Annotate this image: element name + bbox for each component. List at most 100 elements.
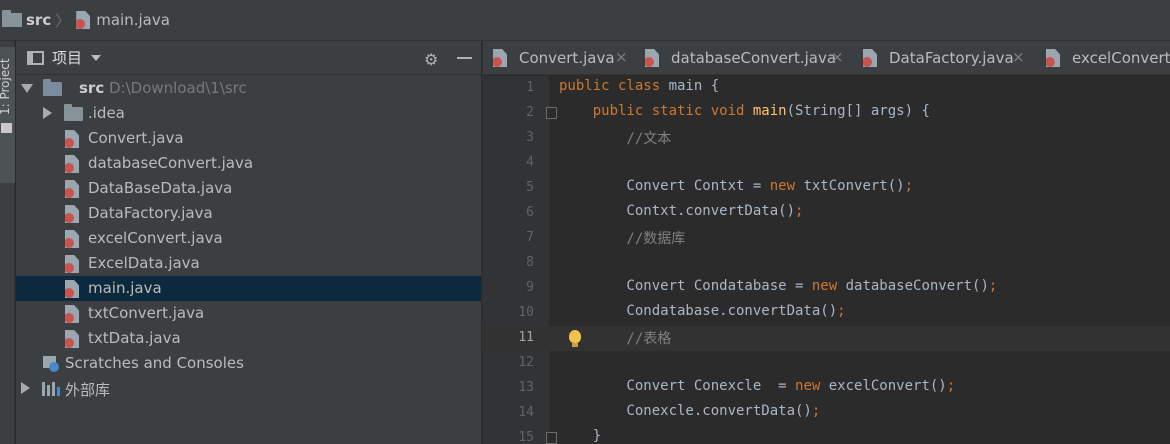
line-number: 3	[526, 130, 534, 145]
code-line[interactable]: 3 //文本	[483, 126, 1170, 151]
code-token: (String[] args) {	[786, 103, 930, 119]
close-icon[interactable]: ×	[1012, 48, 1025, 66]
code-text: //数据库	[559, 228, 685, 248]
editor-tab[interactable]: databaseConvert.java ×	[635, 41, 853, 74]
java-file-icon	[65, 305, 79, 323]
chevron-down-icon[interactable]	[91, 54, 102, 61]
tree-item-label: Scratches and Consoles	[65, 354, 244, 372]
code-text: Condatabase.convertData();	[559, 303, 846, 319]
project-tree: src D:\Download\1\src .idea Convert.java…	[16, 76, 481, 401]
fold-marker-icon[interactable]	[546, 107, 557, 119]
code-line[interactable]: 4	[483, 151, 1170, 176]
java-file-icon	[65, 280, 79, 298]
line-number: 7	[526, 230, 534, 245]
folder-icon	[64, 104, 83, 121]
line-number: 10	[518, 305, 534, 320]
close-icon[interactable]: ×	[831, 48, 844, 66]
code-token: Convert Contxt =	[559, 178, 770, 194]
editor-tab[interactable]: excelConvert.java	[1036, 41, 1170, 74]
project-panel-header: 项目	[16, 41, 481, 75]
tree-item-file[interactable]: txtData.java	[16, 326, 481, 351]
code-token: new	[811, 278, 846, 294]
editor-tab-label: excelConvert.java	[1072, 49, 1170, 67]
project-view-icon	[27, 50, 44, 65]
code-token: Convert Conexcle =	[559, 378, 796, 394]
java-file-icon	[65, 155, 79, 173]
code-token: databaseConvert()	[845, 278, 989, 294]
tree-item-label: ExcelData.java	[88, 254, 200, 272]
code-line[interactable]: 2 public static void main(String[] args)…	[483, 101, 1170, 126]
code-token: ;	[795, 203, 804, 219]
library-icon	[42, 382, 60, 396]
collapse-arrow-icon[interactable]	[43, 107, 52, 119]
code-line[interactable]: 11 //表格	[483, 326, 1170, 351]
tree-item-file[interactable]: DataFactory.java	[16, 201, 481, 226]
code-token: ;	[837, 303, 846, 319]
editor-tab[interactable]: DataFactory.java ×	[853, 41, 1036, 74]
breadcrumb-file[interactable]: main.java	[96, 11, 170, 29]
collapse-arrow-icon[interactable]	[21, 382, 30, 394]
code-line[interactable]: 9 Convert Condatabase = new databaseConv…	[483, 276, 1170, 301]
project-tool-tab[interactable]: 1: Project	[0, 47, 15, 183]
java-file-icon	[65, 230, 79, 248]
line-number: 12	[518, 355, 534, 370]
tree-root-src[interactable]: src D:\Download\1\src	[16, 76, 481, 101]
code-token: Conexcle.convertData()	[559, 403, 812, 419]
code-token: main {	[668, 78, 720, 94]
editor-tab-label: Convert.java	[519, 49, 615, 67]
code-area[interactable]: 1 public class main {2 public static void…	[483, 76, 1170, 444]
code-line[interactable]: 10 Condatabase.convertData();	[483, 301, 1170, 326]
tree-item-file[interactable]: Convert.java	[16, 126, 481, 151]
line-number: 4	[526, 155, 534, 170]
fold-marker-icon[interactable]	[546, 432, 557, 444]
code-text: Convert Condatabase = new databaseConver…	[559, 278, 997, 294]
folder-icon	[2, 10, 22, 27]
tree-item-idea[interactable]: .idea	[16, 101, 481, 126]
code-line[interactable]: 12	[483, 351, 1170, 376]
line-number: 6	[526, 205, 534, 220]
line-number: 15	[518, 430, 534, 444]
code-line[interactable]: 6 Contxt.convertData();	[483, 201, 1170, 226]
code-line[interactable]: 8	[483, 251, 1170, 276]
code-token: new	[795, 378, 829, 394]
tree-item-scratches[interactable]: Scratches and Consoles	[16, 351, 481, 376]
code-line[interactable]: 7 //数据库	[483, 226, 1170, 251]
close-icon[interactable]: ×	[615, 48, 628, 66]
minimize-icon[interactable]	[457, 57, 472, 59]
tree-item-file[interactable]: ExcelData.java	[16, 251, 481, 276]
code-text: //表格	[559, 328, 671, 348]
editor-tab[interactable]: Convert.java ×	[483, 41, 635, 74]
code-token: //文本	[559, 131, 672, 147]
tree-item-external-libraries[interactable]: 外部库	[16, 376, 481, 401]
code-text: public static void main(String[] args) {	[559, 103, 930, 119]
line-number: 2	[526, 105, 534, 120]
tree-item-file[interactable]: txtConvert.java	[16, 301, 481, 326]
code-line[interactable]: 5 Convert Contxt = new txtConvert();	[483, 176, 1170, 201]
code-line[interactable]: 13 Convert Conexcle = new excelConvert()…	[483, 376, 1170, 401]
code-token: Contxt.convertData()	[559, 203, 796, 219]
tool-window-strip: 1: Project	[0, 41, 15, 444]
code-text: Conexcle.convertData();	[559, 403, 820, 419]
code-token: ;	[904, 178, 914, 194]
code-line[interactable]: 15 }	[483, 426, 1170, 444]
tree-item-file[interactable]: excelConvert.java	[16, 226, 481, 251]
expand-arrow-icon[interactable]	[21, 84, 33, 93]
tree-item-file[interactable]: DataBaseData.java	[16, 176, 481, 201]
tree-item-file[interactable]: main.java	[16, 276, 481, 301]
code-line[interactable]: 14 Conexcle.convertData();	[483, 401, 1170, 426]
java-file-icon	[493, 49, 507, 67]
tree-item-label: 外部库	[65, 381, 111, 399]
project-tool-tab-label: 1: Project	[0, 58, 12, 115]
project-view-selector[interactable]: 项目	[52, 47, 82, 68]
gear-icon[interactable]: ⚙	[424, 50, 438, 69]
tree-item-file[interactable]: databaseConvert.java	[16, 151, 481, 176]
code-line[interactable]: 1 public class main {	[483, 76, 1170, 101]
breadcrumb-src[interactable]: src	[26, 11, 51, 29]
code-token: main	[752, 103, 787, 119]
code-token: //表格	[559, 331, 672, 347]
line-number: 13	[518, 380, 534, 395]
editor-tabs: Convert.java × databaseConvert.java × DataFa…	[483, 41, 1170, 75]
code-text: Contxt.convertData();	[559, 203, 803, 219]
line-number: 11	[518, 330, 534, 345]
